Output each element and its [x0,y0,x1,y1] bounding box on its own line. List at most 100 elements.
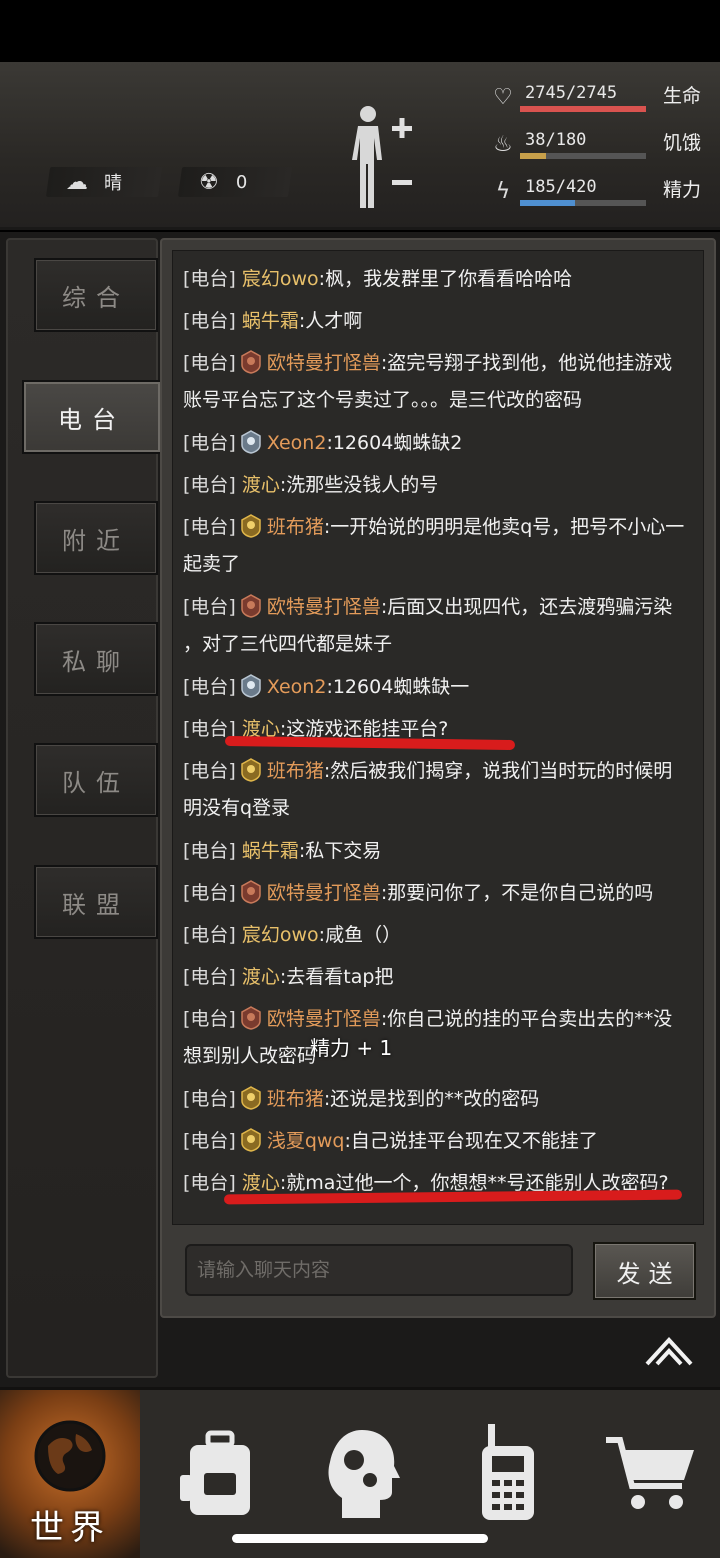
chat-message[interactable]: [电台] 班布猪:一开始说的明明是他卖q号，把号不小心一起卖了 [183,509,703,583]
chat-message[interactable]: [电台] 欧特曼打怪兽:那要问你了，不是你自己说的吗 [183,875,703,912]
heart-pulse-icon: ♡ [493,85,513,110]
nav-shop-tab[interactable] [580,1390,720,1558]
sender-name[interactable]: 宸幻owo [242,924,319,946]
tab-private-label: 私聊 [62,647,130,676]
message-text: :12604蜘蛛缺一 [326,676,470,698]
message-text: :你自己说的挂的平台卖出去的**没 [380,1008,673,1030]
sender-name[interactable]: 渡心 [242,474,280,496]
sender-name[interactable]: 宸幻owo [242,268,319,290]
energy-label: 精力 [663,179,702,201]
chat-message[interactable]: [电台] 班布猪:还说是找到的**改的密码 [183,1081,703,1118]
red-rank-badge-icon [241,350,261,374]
channel-tag: [电台] [183,516,236,538]
tab-nearby-label: 附近 [62,526,130,555]
sender-name[interactable]: 浅夏qwq [267,1130,345,1152]
chat-message[interactable]: [电台] 欧特曼打怪兽:盗完号翔子找到他，他说他挂游戏账号平台忘了这个号卖过了。。… [183,345,703,419]
message-text: :盗完号翔子找到他，他说他挂游戏 [380,352,673,374]
sender-name[interactable]: 欧特曼打怪兽 [267,882,381,904]
shopping-cart-icon [606,1437,694,1509]
body-status-icon[interactable] [346,102,416,212]
weather-condition: 晴 [104,173,122,194]
chat-message[interactable]: [电台] 蜗牛霜:私下交易 [183,833,703,870]
message-text-continued: 账号平台忘了这个号卖过了。。。是三代改的密码 [183,389,583,411]
chat-message[interactable]: [电台] 浅夏qwq:自己说挂平台现在又不能挂了 [183,1123,703,1160]
sender-name[interactable]: 蜗牛霜 [242,840,299,862]
collapse-chevron-icon[interactable] [643,1334,695,1368]
tab-team[interactable]: 队伍 [34,743,158,817]
energy-bar-fill [520,200,576,206]
chat-message[interactable]: [电台] 宸幻owo:咸鱼（） [183,917,703,954]
stomach-icon: ♨ [493,132,513,157]
tab-nearby[interactable]: 附近 [34,501,158,575]
chat-message[interactable]: [电台] 班布猪:然后被我们揭穿，说我们当时玩的时候明 明没有q登录 [183,753,703,827]
sender-name[interactable]: 蜗牛霜 [242,310,299,332]
silver-rank-badge-icon [241,430,261,454]
sender-name[interactable]: 欧特曼打怪兽 [267,1008,381,1030]
channel-tag: [电台] [183,432,236,454]
channel-tag: [电台] [183,268,236,290]
red-rank-badge-icon [241,880,261,904]
gold-rank-badge-icon [241,1086,261,1110]
nav-backpack-tab[interactable] [150,1390,290,1558]
energy-stat: ϟ 185/420 精力 [485,175,720,215]
channel-tag: [电台] [183,676,236,698]
message-text: :那要问你了，不是你自己说的吗 [380,882,654,904]
sender-name[interactable]: 班布猪 [267,516,324,538]
message-text: :自己说挂平台现在又不能挂了 [344,1130,598,1152]
sender-name[interactable]: 欧特曼打怪兽 [267,352,381,374]
health-bar-fill [520,106,646,112]
energy-bar [520,200,646,206]
energy-value: 185/420 [525,177,597,197]
channel-tag: [电台] [183,840,236,862]
health-bar [520,106,646,112]
tab-general-label: 综合 [62,283,130,312]
tab-private[interactable]: 私聊 [34,622,158,696]
walkie-talkie-icon [482,1424,534,1520]
tab-radio[interactable]: 电台 [22,380,162,454]
chat-message[interactable]: [电台] Xeon2:12604蜘蛛缺一 [183,669,703,706]
chat-message[interactable]: [电台] 欧特曼打怪兽:你自己说的挂的平台卖出去的**没 想到别人改密码 [183,1001,703,1075]
channel-tag: [电台] [183,966,236,988]
tab-alliance[interactable]: 联盟 [34,865,158,939]
message-text-continued: 明没有q登录 [183,797,291,819]
channel-tag: [电台] [183,1008,236,1030]
chat-message[interactable]: [电台] 渡心:去看看tap把 [183,959,703,996]
message-text-continued: 起卖了 [183,553,241,575]
message-text: :一开始说的明明是他卖q号，把号不小心一 [323,516,685,538]
nav-world-label: 世界 [30,1508,110,1548]
hunger-stat: ♨ 38/180 饥饿 [485,128,720,168]
red-rank-badge-icon [241,1006,261,1030]
message-text: :还说是找到的**改的密码 [323,1088,540,1110]
tab-team-label: 队伍 [62,768,130,797]
channel-tag: [电台] [183,474,236,496]
sender-name[interactable]: 班布猪 [267,1088,324,1110]
chat-input[interactable] [185,1244,573,1296]
nav-radio-tab[interactable] [438,1390,578,1558]
sender-name[interactable]: Xeon2 [267,432,327,454]
channel-tag: [电台] [183,352,236,374]
hunger-value: 38/180 [525,130,587,150]
sender-name[interactable]: 渡心 [242,966,280,988]
radiation-icon: ☢ [199,169,219,195]
chat-message[interactable]: [电台] 欧特曼打怪兽:后面又出现四代，还去渡鸦骗污染 ，对了三代四代都是妹子 [183,589,703,663]
channel-tag: [电台] [183,310,236,332]
chat-message[interactable]: [电台] 宸幻owo:枫，我发群里了你看看哈哈哈 [183,261,703,298]
health-label: 生命 [663,85,702,107]
sender-name[interactable]: Xeon2 [267,676,327,698]
sender-name[interactable]: 班布猪 [267,760,324,782]
sender-name[interactable]: 欧特曼打怪兽 [267,596,381,618]
sender-name[interactable]: 渡心 [242,1172,280,1194]
channel-tag: [电台] [183,760,236,782]
chat-message[interactable]: [电台] 渡心:洗那些没钱人的号 [183,467,703,504]
nav-skills-tab[interactable] [292,1390,432,1558]
health-value: 2745/2745 [525,83,618,103]
health-stat: ♡ 2745/2745 生命 [485,81,720,121]
chat-message[interactable]: [电台] 蜗牛霜:人才啊 [183,303,703,340]
send-button[interactable]: 发送 [593,1242,696,1300]
radiation-value: 0 [236,171,248,193]
tab-general[interactable]: 综合 [34,258,158,332]
channel-tag: [电台] [183,1130,236,1152]
globe-icon [34,1420,106,1492]
weather-pill: ☁ 晴 [45,167,163,197]
chat-message[interactable]: [电台] Xeon2:12604蜘蛛缺2 [183,425,703,462]
